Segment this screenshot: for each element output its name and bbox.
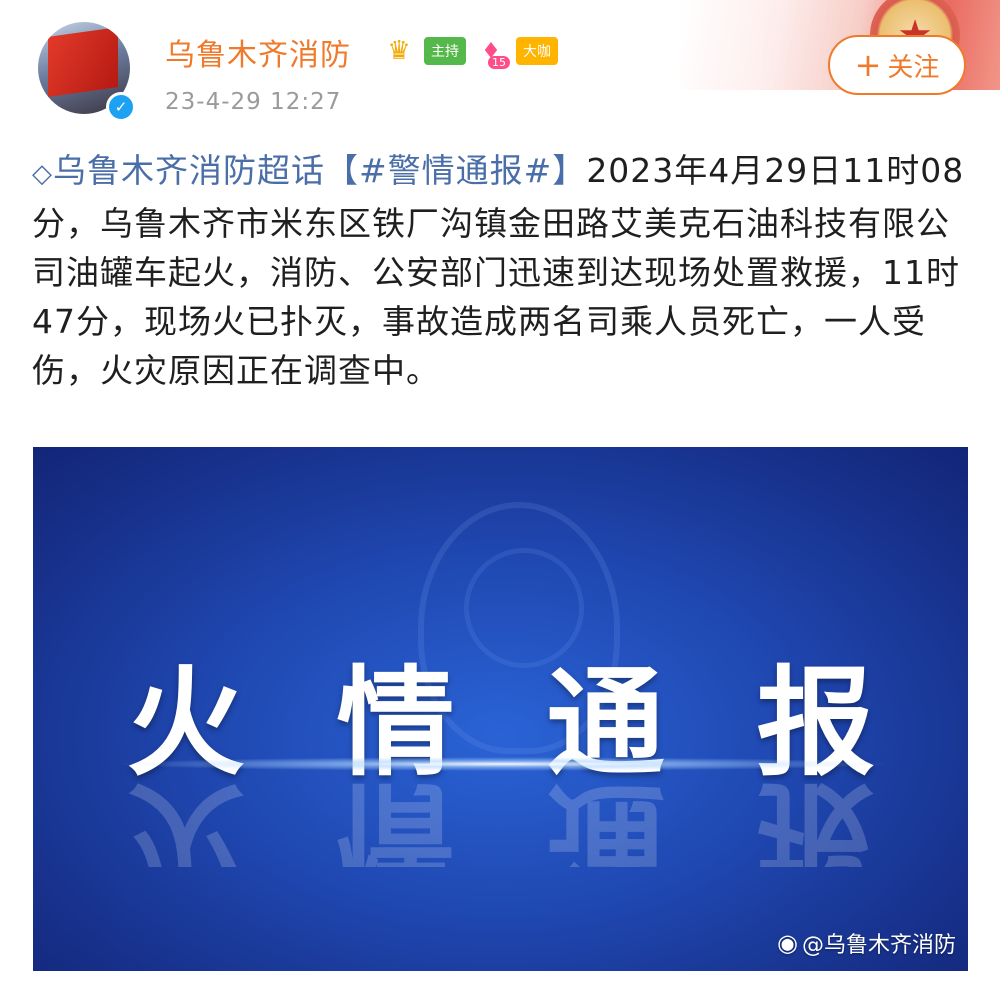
user-badges: ♛ 主持 ♦ 15 大咖	[382, 34, 558, 69]
vip-badge: 大咖	[516, 37, 558, 65]
crown-icon: ♛	[387, 36, 411, 66]
weibo-logo-icon: ◉	[777, 929, 798, 957]
post-timestamp: 23-4-29 12:27	[165, 89, 342, 115]
super-topic-link[interactable]: ◇乌鲁木齐消防超话	[32, 151, 325, 190]
image-title-reflection: 火情通报	[126, 777, 967, 867]
host-badge: 主持	[424, 37, 466, 65]
post-text: ◇乌鲁木齐消防超话【#警情通报#】2023年4月29日11时08分，乌鲁木齐市米…	[32, 146, 972, 395]
username[interactable]: 乌鲁木齐消防	[165, 30, 351, 74]
post-image[interactable]: 火情通报 火情通报 ◉ @乌鲁木齐消防	[33, 447, 968, 971]
image-title: 火情通报	[126, 653, 967, 792]
super-topic-icon: ◇	[32, 159, 53, 189]
follow-button[interactable]: + 关注	[828, 35, 966, 95]
level-number: 15	[488, 56, 510, 69]
verified-check-icon: ✓	[106, 92, 136, 122]
level-badge: ♦ 15	[474, 37, 510, 69]
light-flare	[113, 757, 893, 771]
plus-icon: +	[854, 46, 882, 84]
flag-icon	[48, 27, 118, 97]
hashtag-link[interactable]: 【#警情通报#】	[325, 151, 586, 190]
image-watermark: ◉ @乌鲁木齐消防	[777, 929, 956, 958]
follow-label: 关注	[887, 52, 940, 83]
